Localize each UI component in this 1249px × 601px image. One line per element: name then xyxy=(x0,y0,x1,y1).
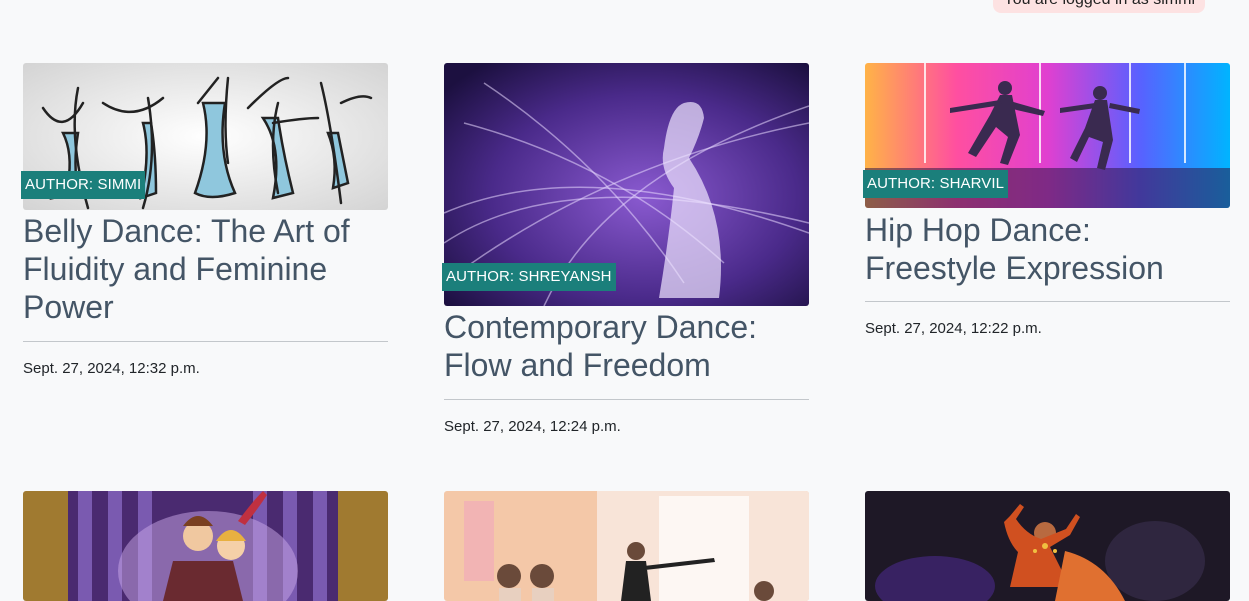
divider xyxy=(444,399,809,400)
post-title[interactable]: Contemporary Dance: Flow and Freedom xyxy=(444,308,809,384)
post-title[interactable]: Hip Hop Dance: Freestyle Expression xyxy=(865,211,1230,287)
ballet-class-image[interactable] xyxy=(444,491,809,601)
post-title[interactable]: Belly Dance: The Art of Fluidity and Fem… xyxy=(23,212,388,326)
divider xyxy=(865,301,1230,302)
author-tag: AUTHOR: SHREYANSH xyxy=(442,263,616,291)
ballroom-couple-image[interactable] xyxy=(23,491,388,601)
divider xyxy=(23,341,388,342)
author-tag: AUTHOR: SHARVIL xyxy=(863,170,1009,198)
classical-indian-dancer-image[interactable] xyxy=(865,491,1230,601)
post-date: Sept. 27, 2024, 12:32 p.m. xyxy=(23,360,200,377)
author-tag: AUTHOR: SIMMI xyxy=(21,171,146,199)
post-date: Sept. 27, 2024, 12:24 p.m. xyxy=(444,418,621,435)
post-date: Sept. 27, 2024, 12:22 p.m. xyxy=(865,320,1042,337)
login-status: You are logged in as simmi xyxy=(993,0,1205,13)
